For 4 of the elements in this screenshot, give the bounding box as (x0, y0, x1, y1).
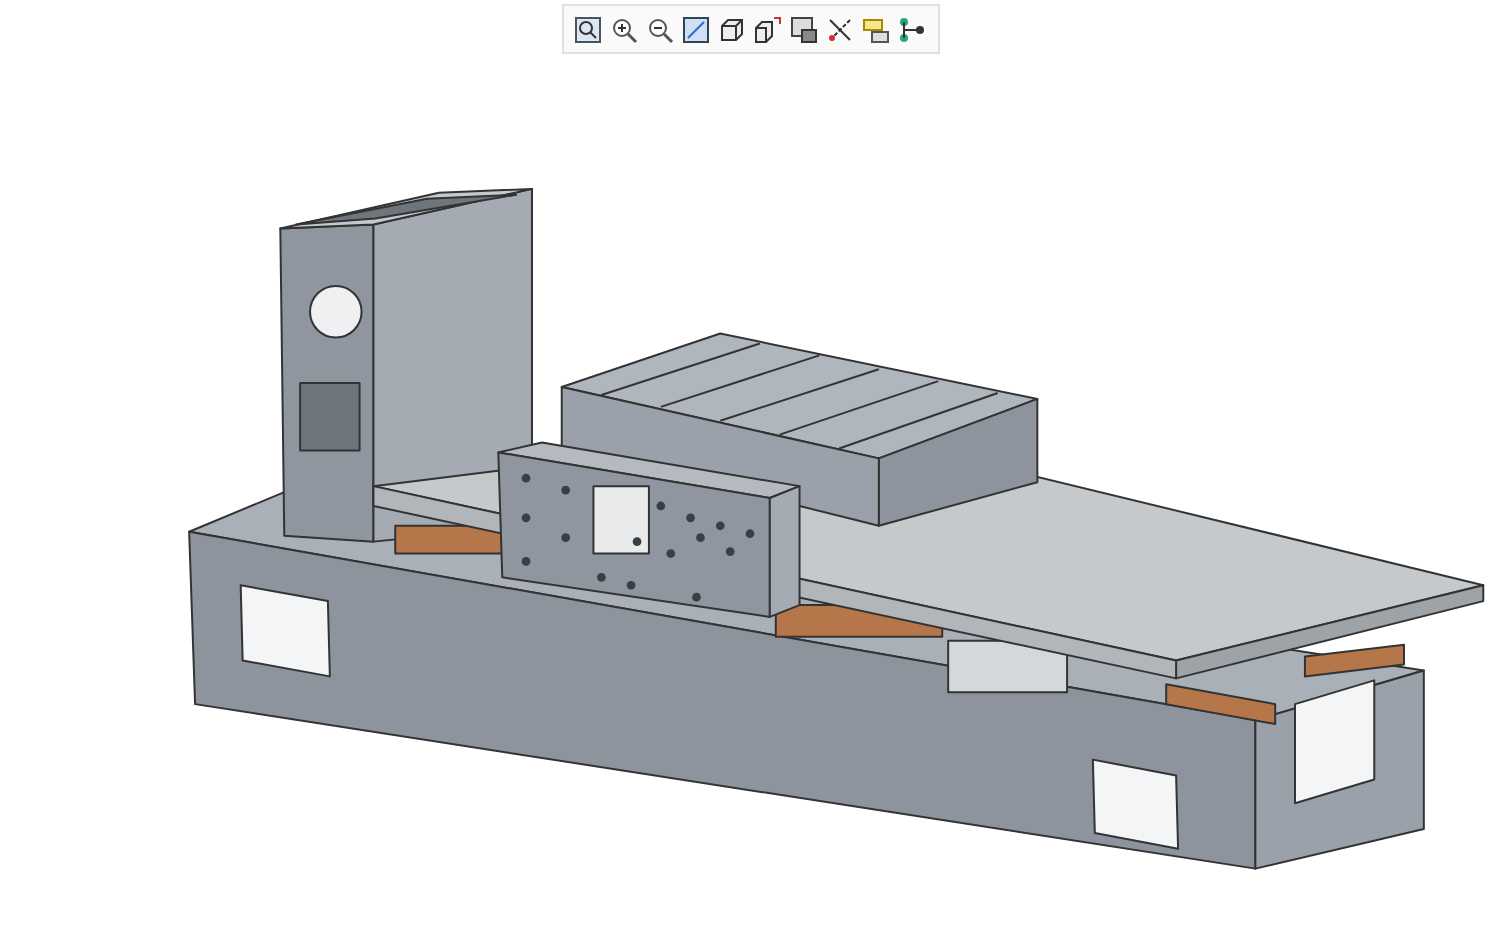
tree-button[interactable] (895, 12, 929, 46)
frame-button[interactable] (679, 12, 713, 46)
zoom-fit-button[interactable] (571, 12, 605, 46)
cube-arrow-button[interactable] (751, 12, 785, 46)
